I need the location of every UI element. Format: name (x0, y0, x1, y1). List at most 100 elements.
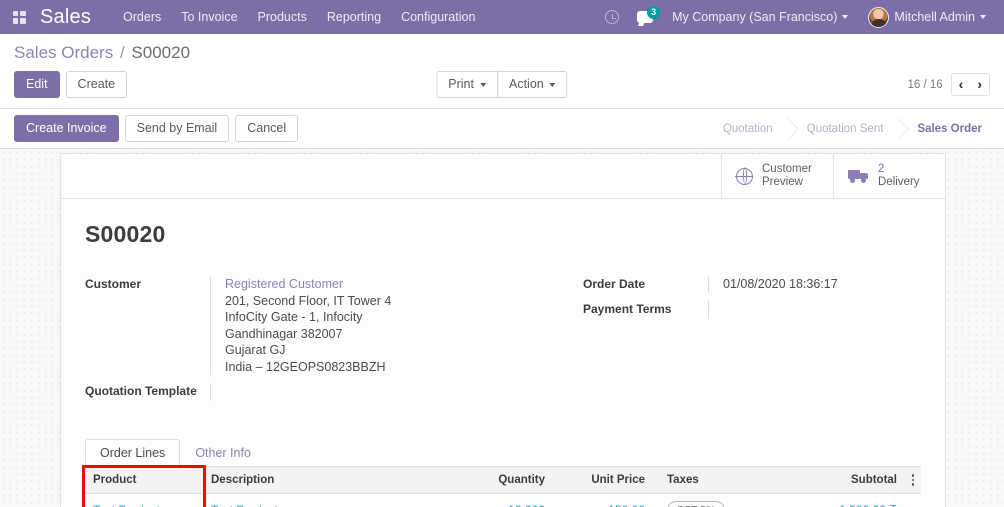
status-step-quotation[interactable]: Quotation (708, 117, 799, 140)
avatar (868, 6, 890, 28)
activity-menu-button[interactable] (598, 6, 626, 28)
messaging-menu-button[interactable]: 3 (630, 6, 661, 27)
create-invoice-button[interactable]: Create Invoice (14, 115, 119, 142)
breadcrumb-row: Sales Orders / S00020 (14, 34, 990, 67)
status-step-quotation-sent[interactable]: Quotation Sent (786, 117, 910, 140)
smart-button-customer-preview[interactable]: Customer Preview (721, 154, 833, 198)
tab-order-lines[interactable]: Order Lines (85, 439, 181, 467)
delivery-label: 2 Delivery (878, 163, 920, 189)
column-header-subtotal[interactable]: Subtotal (803, 467, 905, 494)
kebab-dot (911, 483, 915, 486)
kebab-dot (911, 474, 915, 477)
optional-columns-toggle[interactable] (905, 467, 921, 494)
field-order-date: Order Date 01/08/2020 18:36:17 (583, 276, 921, 293)
pager-counter: 16 / 16 (907, 78, 943, 91)
pager-previous-button[interactable]: ‹ (951, 74, 971, 95)
order-lines-body: Test Product Test Product 10.000 150.00 … (85, 493, 921, 507)
record-edit-buttons: Edit Create (14, 71, 128, 98)
status-bar: Quotation Quotation Sent Sales Order (708, 117, 1004, 140)
control-panel: Sales Orders / S00020 Edit Create Print … (0, 34, 1004, 109)
pager-nav: ‹ › (950, 73, 990, 96)
cancel-button[interactable]: Cancel (235, 115, 299, 142)
menu-item-reporting[interactable]: Reporting (317, 4, 391, 30)
field-customer: Customer Registered Customer 201, Second… (85, 276, 503, 375)
quotation-template-value[interactable] (210, 383, 503, 401)
order-date-label: Order Date (583, 277, 646, 291)
menu-item-orders[interactable]: Orders (113, 4, 171, 30)
delivery-count: 2 (878, 163, 885, 175)
customer-address-line: Gujarat GJ (225, 343, 286, 357)
chevron-down-icon (842, 15, 849, 19)
company-switcher[interactable]: My Company (San Francisco) (664, 4, 856, 30)
app-brand-sales[interactable]: Sales (40, 6, 91, 29)
column-header-taxes[interactable]: Taxes (653, 467, 803, 494)
create-button[interactable]: Create (65, 71, 128, 98)
breadcrumb-sales-orders[interactable]: Sales Orders (14, 43, 113, 62)
customer-address-line: Gandhinagar 382007 (225, 326, 343, 341)
cell-subtotal[interactable]: 1,500.00 ₹ (803, 493, 905, 507)
smart-button-box: Customer Preview 2 Delivery (61, 154, 945, 199)
status-step-sales-order[interactable]: Sales Order (897, 117, 996, 140)
cell-quantity[interactable]: 10.000 (433, 493, 553, 507)
menu-item-products[interactable]: Products (248, 4, 317, 30)
globe-icon (735, 166, 753, 185)
menu-item-to-invoice[interactable]: To Invoice (171, 4, 247, 30)
status-action-row: Create Invoice Send by Email Cancel Quot… (0, 109, 1004, 149)
grid-cell (20, 10, 26, 16)
notebook-tabs: Order Lines Other Info (85, 439, 921, 467)
customer-address-line: India – 12GEOPS0823BBZH (225, 359, 386, 374)
user-menu[interactable]: Mitchell Admin (860, 1, 994, 34)
grid-cell (12, 10, 18, 16)
apps-grid-icon (12, 10, 26, 24)
cell-description[interactable]: Test Product (203, 493, 433, 507)
sheet-body: S00020 Customer Registered Customer 201,… (61, 199, 945, 507)
notebook: Order Lines Other Info Product Descripti… (85, 439, 921, 507)
messages-count-badge: 3 (647, 6, 661, 19)
chevron-down-icon (980, 15, 986, 19)
smart-button-delivery[interactable]: 2 Delivery (833, 154, 945, 198)
tab-other-info[interactable]: Other Info (180, 439, 266, 467)
cell-taxes[interactable]: GST 5% (653, 493, 803, 507)
column-header-description[interactable]: Description (203, 467, 433, 494)
column-header-product[interactable]: Product (85, 467, 203, 494)
cell-product[interactable]: Test Product (85, 493, 203, 507)
customer-preview-line1: Customer (762, 163, 812, 175)
payment-terms-label: Payment Terms (583, 302, 672, 316)
edit-button[interactable]: Edit (14, 71, 60, 98)
column-header-quantity[interactable]: Quantity (433, 467, 553, 494)
apps-menu-icon[interactable] (6, 0, 32, 34)
chat-wrap: 3 (637, 6, 661, 23)
customer-label: Customer (85, 277, 142, 291)
print-dropdown[interactable]: Print (436, 71, 497, 98)
truck-wheel (850, 178, 855, 183)
description-text[interactable]: Test Product (211, 503, 278, 507)
table-row[interactable]: Test Product Test Product 10.000 150.00 … (85, 493, 921, 507)
order-lines-header: Product Description Quantity Unit Price … (85, 467, 921, 494)
truck-wheel (861, 178, 866, 183)
fields-grid: Customer Registered Customer 201, Second… (85, 276, 921, 409)
column-header-unit-price[interactable]: Unit Price (553, 467, 653, 494)
cell-unit-price[interactable]: 150.00 (553, 493, 653, 507)
menu-item-configuration[interactable]: Configuration (391, 4, 485, 30)
customer-preview-line2: Preview (762, 176, 803, 188)
chevron-down-icon (479, 82, 486, 87)
breadcrumb: Sales Orders / S00020 (14, 43, 190, 63)
grid-cell (20, 18, 26, 24)
navbar-systray: 3 My Company (San Francisco) Mitchell Ad… (598, 1, 994, 34)
send-by-email-button[interactable]: Send by Email (124, 115, 230, 142)
record-sheet: Customer Preview 2 Delivery S00020 Custo… (60, 153, 946, 507)
action-dropdown[interactable]: Action (496, 71, 568, 98)
tax-badge: GST 5% (667, 501, 725, 507)
customer-value[interactable]: Registered Customer 201, Second Floor, I… (210, 276, 503, 375)
payment-terms-value[interactable] (708, 301, 921, 319)
customer-name-link[interactable]: Registered Customer (225, 276, 503, 293)
pager-next-button[interactable]: › (970, 74, 989, 95)
delivery-text: Delivery (878, 176, 920, 188)
field-quotation-template: Quotation Template (85, 383, 503, 401)
product-link[interactable]: Test Product (93, 503, 160, 507)
action-label: Action (508, 77, 544, 91)
customer-address-line: InfoCity Gate - 1, Infocity (225, 310, 363, 324)
company-name: My Company (San Francisco) (672, 10, 838, 24)
order-date-value[interactable]: 01/08/2020 18:36:17 (708, 276, 921, 293)
form-view-background: Customer Preview 2 Delivery S00020 Custo… (0, 149, 1004, 507)
